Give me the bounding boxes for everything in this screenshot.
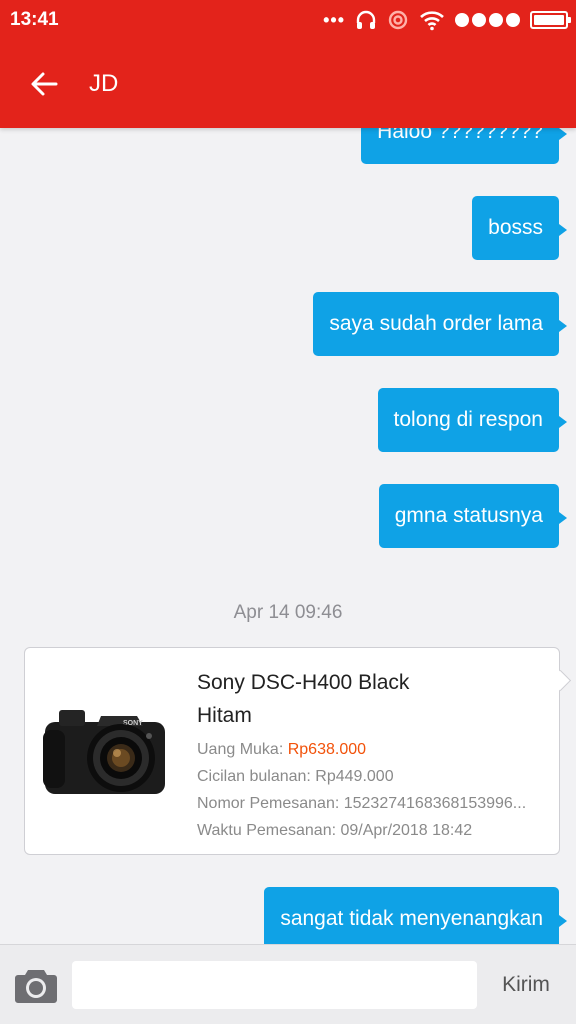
wifi-icon: [419, 9, 445, 31]
message-bubble[interactable]: sangat tidak menyenangkan: [264, 887, 567, 951]
order-number-row: Nomor Pemesanan: 1523274168368153996...: [197, 795, 527, 812]
order-info: Sony DSC-H400 Black Hitam Uang Muka: Rp6…: [197, 666, 549, 844]
message-bubble[interactable]: bosss: [472, 196, 567, 260]
signal-dots-icon: [455, 13, 520, 27]
order-time-row: Waktu Pemesanan: 09/Apr/2018 18:42: [197, 822, 473, 839]
down-payment-label: Uang Muka:: [197, 741, 288, 758]
send-button[interactable]: Kirim: [487, 961, 565, 1009]
status-bar: 13:41 •••: [0, 0, 576, 40]
chat-screen: Haloo ????????? bosss saya sudah order l…: [0, 0, 576, 1024]
product-name: Sony DSC-H400 Black Hitam: [197, 666, 549, 732]
battery-icon: [530, 11, 571, 29]
message-bubble[interactable]: tolong di respon: [377, 388, 568, 452]
camera-product-image: SONY: [43, 710, 165, 794]
message-timestamp: Apr 14 09:46: [233, 602, 343, 623]
headset-icon: [355, 9, 377, 31]
back-button[interactable]: [22, 62, 66, 106]
more-dots-icon: •••: [323, 9, 345, 30]
message-bubble[interactable]: saya sudah order lama: [313, 292, 567, 356]
status-icons: •••: [323, 8, 571, 32]
product-name-line: Hitam: [197, 704, 252, 727]
message-input[interactable]: [72, 961, 477, 1009]
down-payment-row: Uang Muka: Rp638.000: [197, 736, 549, 763]
down-payment-value: Rp638.000: [287, 741, 367, 758]
status-time: 13:41: [10, 9, 59, 30]
app-header: 13:41 ••• JD: [0, 0, 576, 128]
message-input-bar: Kirim: [0, 944, 576, 1024]
order-card[interactable]: SONY Sony DSC-H400 Black Hitam Uang Muka…: [24, 647, 560, 855]
camera-button[interactable]: [14, 965, 58, 1005]
installment-row: Cicilan bulanan: Rp449.000: [197, 768, 394, 785]
product-name-line: Sony DSC-H400 Black: [197, 671, 410, 694]
hotspot-icon: [387, 9, 409, 31]
camera-icon: [15, 970, 57, 1003]
message-bubble[interactable]: gmna statusnya: [378, 484, 568, 548]
message-list[interactable]: Haloo ????????? bosss saya sudah order l…: [0, 0, 576, 951]
chat-title: JD: [89, 70, 119, 97]
toolbar: JD: [0, 40, 576, 128]
arrow-left-icon: [31, 72, 58, 96]
